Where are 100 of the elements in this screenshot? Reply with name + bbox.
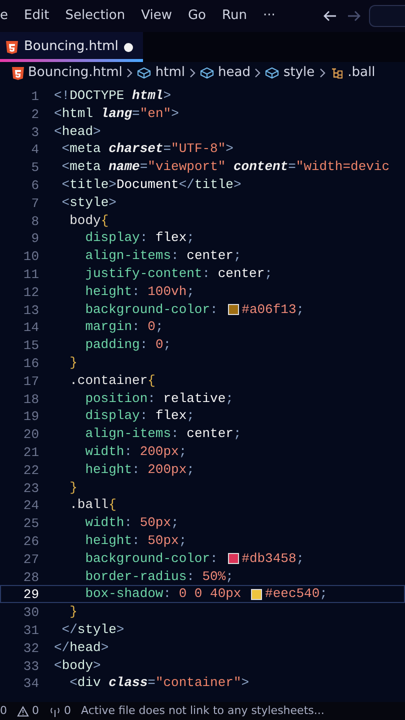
line-number: 18 [22, 390, 40, 406]
code-text: } [68, 354, 78, 372]
code-text: position: relative; [84, 390, 234, 408]
line-number: 25 [22, 515, 40, 531]
line-number: 6 [30, 176, 40, 193]
html-file-icon [12, 66, 24, 80]
line-number: 3 [30, 124, 40, 140]
menu-item[interactable]: View [133, 6, 180, 26]
line-number: 16 [22, 354, 40, 371]
code-text: width: 200px; [84, 442, 187, 461]
line-number: 2 [30, 106, 40, 122]
warning-icon [17, 706, 29, 716]
color-swatch[interactable] [228, 553, 239, 564]
menu-item[interactable]: Run [214, 6, 255, 26]
line-number: 9 [30, 230, 40, 246]
code-text: <div class="container"> [68, 674, 250, 692]
line-number: 7 [30, 194, 40, 211]
code-text: margin: 0; [84, 318, 164, 336]
line-number: 30 [22, 604, 40, 620]
cube-icon [137, 67, 152, 79]
cube-icon [200, 67, 214, 79]
line-number: 19 [22, 408, 40, 424]
breadcrumb-item[interactable]: style [283, 63, 315, 83]
code-text: } [68, 603, 78, 621]
menu-item[interactable]: Edit [16, 6, 58, 26]
code-text: background-color: [84, 300, 219, 318]
line-number: 8 [30, 212, 40, 228]
warning-count: 0 [32, 702, 39, 719]
code-text: </head> [54, 638, 109, 656]
line-number: 34 [22, 675, 40, 692]
line-number: 12 [22, 284, 40, 300]
code-text: height: 200px; [84, 460, 194, 479]
chevron-icon [254, 68, 262, 78]
symbol-tree-icon [330, 67, 344, 79]
antenna-icon [49, 706, 61, 716]
code-text: display: flex; [84, 229, 194, 248]
code-text: } [68, 478, 78, 496]
code-text: display: flex; [84, 407, 194, 426]
code-text: <style> [60, 194, 116, 212]
line-number: 27 [22, 550, 40, 567]
breadcrumb-item[interactable]: .ball [348, 63, 376, 83]
line-number: 14 [22, 319, 40, 336]
line-number: 17 [22, 372, 40, 389]
editor-tab[interactable]: Bouncing.html [0, 32, 144, 62]
menu-item[interactable]: Selection [57, 6, 134, 26]
code-text: height: 50px; [84, 532, 187, 550]
code-text: width: 50px; [84, 514, 179, 532]
line-number: 28 [22, 568, 40, 584]
menu-item[interactable]: ··· [254, 6, 284, 26]
code-text: box-shadow: 0 0 40px [84, 585, 242, 604]
line-number: 13 [22, 302, 40, 318]
line-number: 22 [22, 462, 40, 478]
code-text: <body> [54, 656, 101, 674]
color-swatch[interactable] [251, 588, 262, 600]
line-number: 23 [22, 480, 40, 496]
chevron-icon [318, 68, 326, 78]
code-text: body{ [68, 212, 109, 230]
color-swatch[interactable] [228, 304, 239, 315]
code-text: </style> [60, 620, 124, 639]
line-number: 21 [22, 444, 40, 460]
search-field[interactable] [369, 5, 405, 27]
code-text: #a06f13; [242, 300, 304, 318]
line-number: 20 [22, 426, 40, 442]
code-text: <!DOCTYPE html> [54, 87, 172, 105]
line-number: 31 [22, 622, 40, 638]
breadcrumb-item[interactable]: Bouncing.html [28, 63, 122, 83]
code-text: height: 100vh; [84, 282, 194, 301]
breadcrumb-item[interactable]: head [218, 63, 250, 83]
chevron-icon [126, 68, 134, 78]
code-text: #db3458; [242, 550, 304, 568]
forward-arrow-icon[interactable] [347, 10, 361, 22]
line-number: 29 [22, 586, 40, 602]
line-number: 4 [30, 141, 40, 158]
line-number: 32 [22, 640, 40, 656]
code-text: align-items: center; [84, 247, 242, 265]
code-text: .ball{ [68, 496, 116, 514]
code-text: .container{ [68, 372, 156, 390]
status-message: Active file does not link to any stylesheets... [81, 702, 324, 719]
line-number: 33 [22, 658, 40, 674]
code-text: <meta charset="UTF-8"> [60, 140, 234, 158]
line-number: 10 [22, 248, 40, 264]
port-count: 0 [64, 702, 71, 719]
error-count: 0 [0, 702, 7, 719]
line-number: 11 [22, 266, 40, 282]
code-text: <html lang="en"> [54, 104, 179, 123]
code-text: background-color: [84, 550, 219, 568]
code-text: justify-content: center; [84, 264, 272, 283]
code-text: <meta name="viewport" content="width=devic [60, 158, 390, 176]
back-arrow-icon[interactable] [323, 10, 337, 22]
line-number: 15 [22, 337, 40, 353]
menu-item[interactable]: e [0, 6, 16, 26]
chevron-icon [188, 68, 196, 78]
code-text: border-radius: 50%; [84, 568, 234, 586]
code-text: #eec540; [265, 585, 328, 604]
code-text: <title>Document</title> [60, 176, 242, 194]
menu-item[interactable]: Go [180, 6, 214, 26]
html-file-icon [6, 40, 18, 54]
line-number: 24 [22, 497, 40, 514]
breadcrumb-item[interactable]: html [155, 63, 185, 83]
code-text: align-items: center; [84, 425, 242, 443]
